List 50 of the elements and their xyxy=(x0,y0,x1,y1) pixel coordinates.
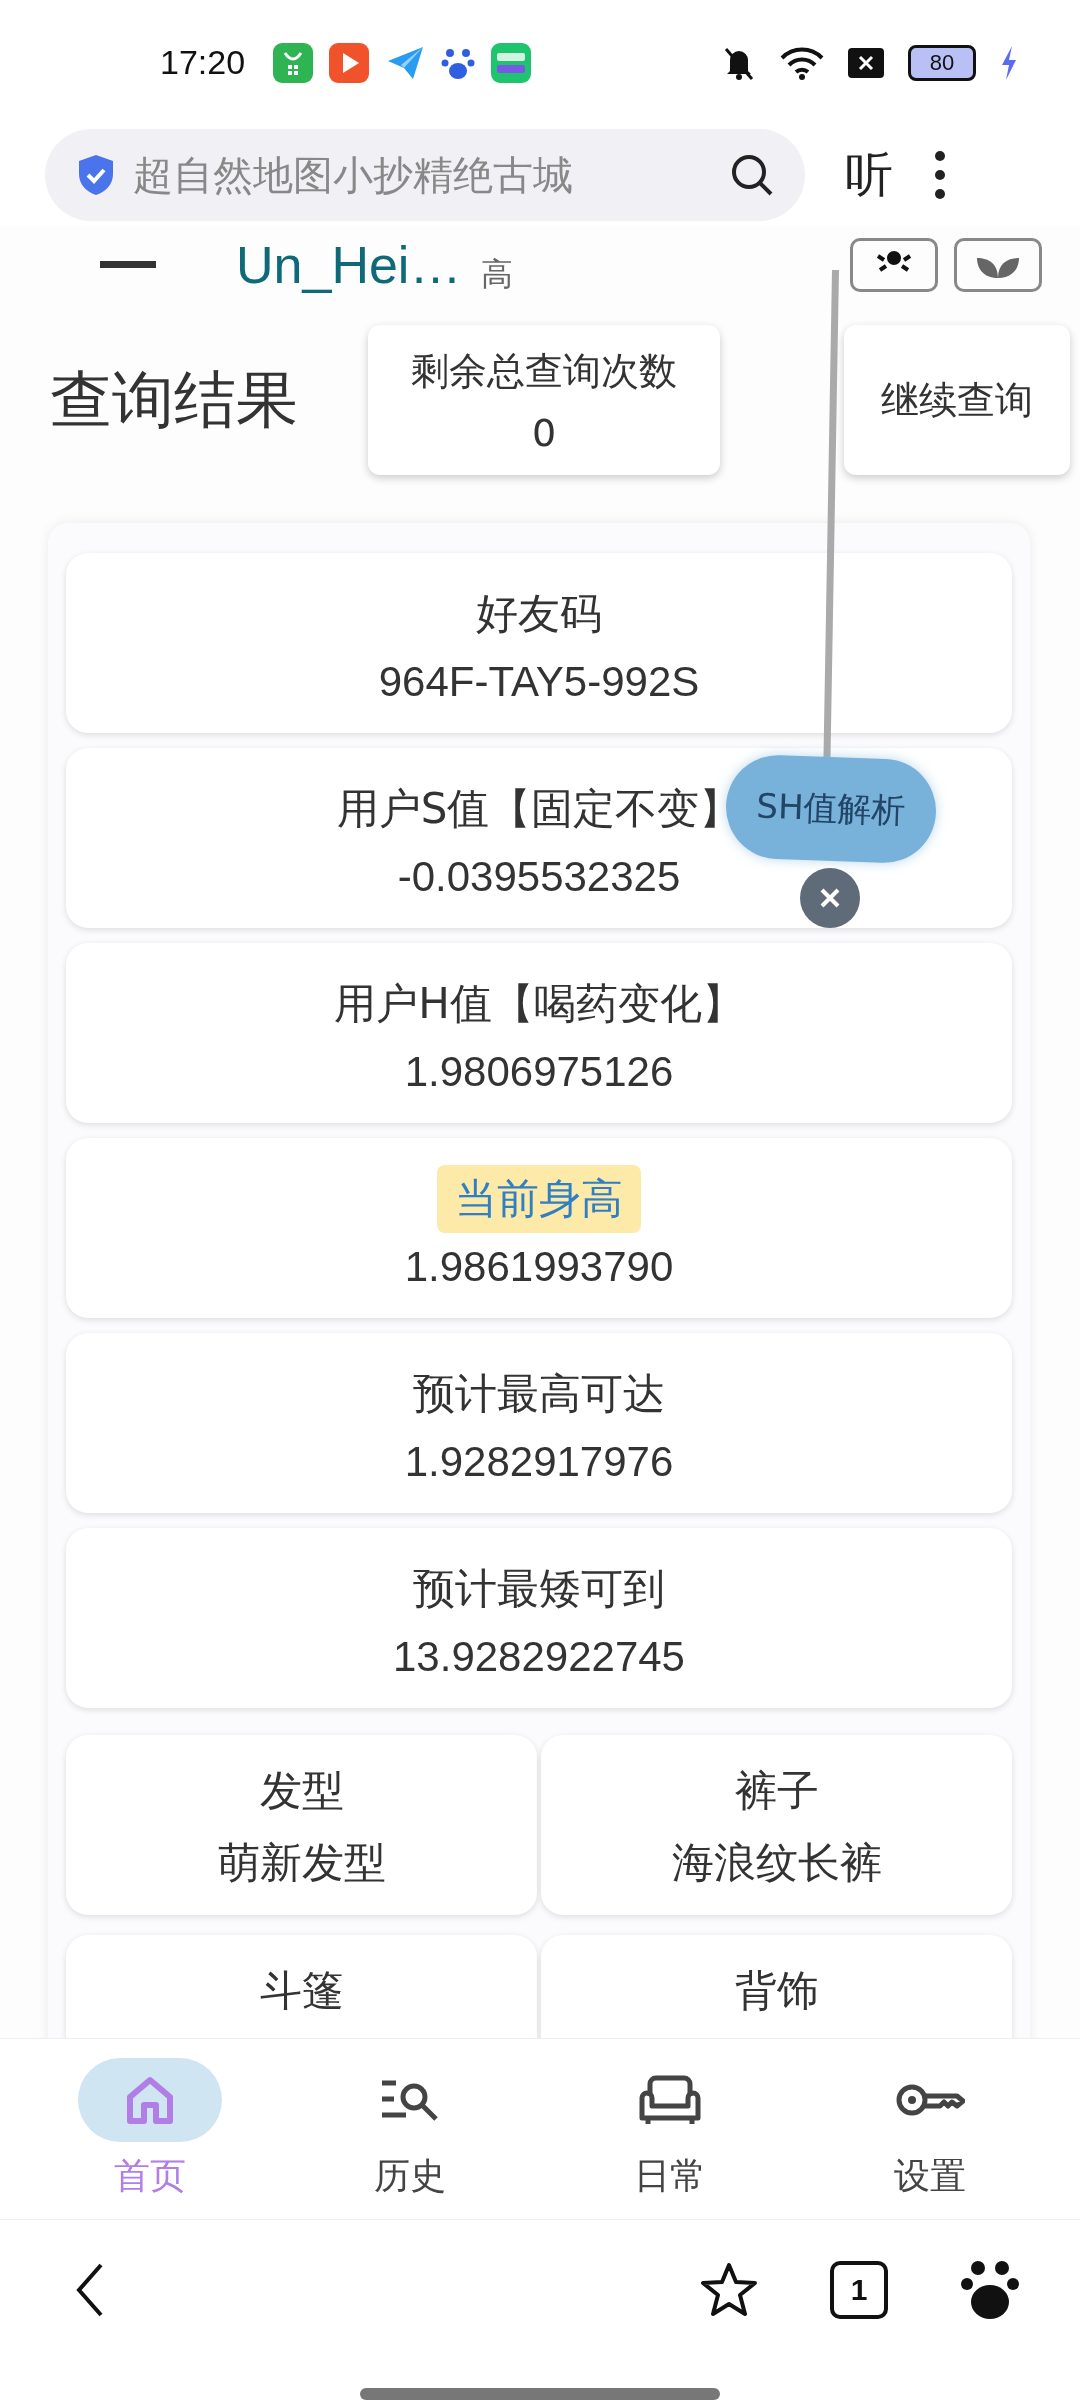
result-value: 13.9282922745 xyxy=(393,1633,685,1681)
more-icon[interactable] xyxy=(933,150,947,200)
results-title: 查询结果 xyxy=(50,362,298,438)
address-input[interactable]: 超自然地图小抄精绝古城 xyxy=(131,151,713,199)
remaining-count: 0 xyxy=(531,410,557,455)
nav-tab[interactable]: 日常 xyxy=(570,2057,770,2201)
result-label: 好友码 xyxy=(475,588,603,640)
app-icon xyxy=(491,42,532,83)
listen-button[interactable]: 听 xyxy=(845,143,893,207)
nav-tab[interactable]: 历史 xyxy=(310,2057,510,2201)
battery-indicator: 80 xyxy=(908,44,976,81)
play-app-icon xyxy=(329,42,370,83)
star-icon[interactable] xyxy=(700,2262,758,2318)
tabs-button[interactable]: 1 xyxy=(830,2261,888,2319)
paw-icon[interactable] xyxy=(960,2258,1020,2322)
wifi-icon xyxy=(780,45,824,80)
outfit-label: 背饰 xyxy=(733,1965,820,2017)
result-value: 964F-TAY5-992S xyxy=(378,658,700,706)
outfit-label: 发型 xyxy=(258,1765,345,1817)
continue-query-button[interactable]: 继续查询 xyxy=(844,325,1070,475)
outfit-value: 萌新发型 xyxy=(217,1838,386,1888)
back-icon[interactable] xyxy=(75,2262,105,2318)
leaf-icon-button[interactable] xyxy=(954,238,1042,292)
remaining-label: 剩余总查询次数 xyxy=(411,347,677,395)
status-time: 17:20 xyxy=(160,43,246,82)
sun-icon-button[interactable] xyxy=(850,238,938,292)
charging-icon xyxy=(1000,45,1018,80)
shield-icon xyxy=(77,154,115,196)
result-label: 预计最矮可到 xyxy=(412,1563,666,1615)
result-value: -0.0395532325 xyxy=(397,853,681,901)
user-name: Un_Hei… xyxy=(236,235,462,295)
result-value: 1.9861993790 xyxy=(404,1243,674,1291)
outfit-value: 海浪纹长裤 xyxy=(671,1838,882,1888)
home-icon xyxy=(125,2074,175,2125)
search-icon[interactable] xyxy=(729,152,775,198)
sim-icon xyxy=(848,47,884,78)
menu-icon[interactable] xyxy=(100,261,156,269)
outfit-label: 裤子 xyxy=(733,1765,820,1817)
app-icon xyxy=(273,42,314,83)
result-label: 预计最高可达 xyxy=(412,1368,666,1420)
close-icon xyxy=(819,887,841,909)
result-value: 1.9282917976 xyxy=(404,1438,674,1486)
result-label: 当前身高 xyxy=(437,1165,641,1233)
sofa-icon xyxy=(638,2073,702,2126)
address-field[interactable]: 超自然地图小抄精绝古城 xyxy=(45,129,805,221)
outfit-label: 斗篷 xyxy=(258,1965,345,2017)
nav-tab[interactable]: 设置 xyxy=(830,2057,1030,2201)
height-tag: 高 xyxy=(481,253,514,297)
result-label: 用户H值【喝药变化】 xyxy=(333,978,745,1030)
result-value: 1.9806975126 xyxy=(404,1048,674,1096)
